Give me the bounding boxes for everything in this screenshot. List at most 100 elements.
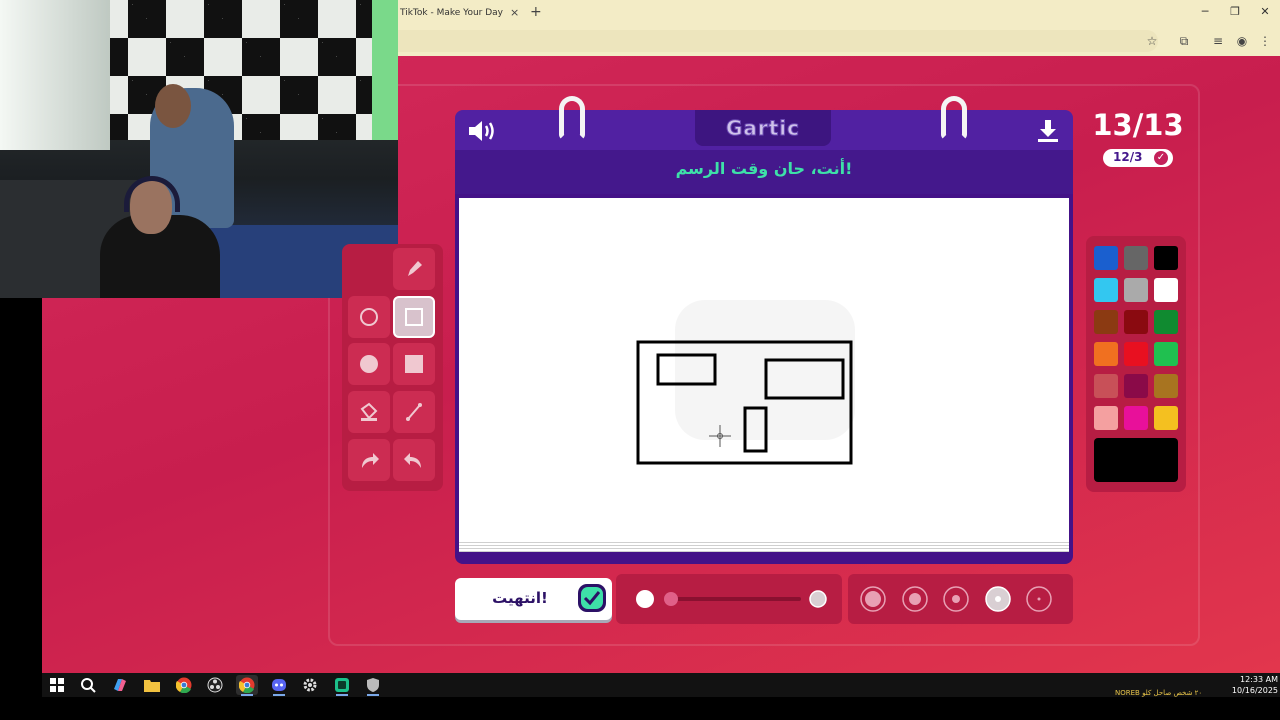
tool-panel <box>342 244 443 491</box>
pencil-icon <box>408 261 422 276</box>
color-swatch[interactable] <box>1124 278 1148 302</box>
brush-size-m[interactable] <box>943 586 969 612</box>
search-icon <box>81 678 96 693</box>
folder-icon <box>144 680 160 692</box>
color-swatch[interactable] <box>1094 278 1118 302</box>
color-swatch[interactable] <box>1154 374 1178 398</box>
file-explorer-button[interactable] <box>141 675 163 695</box>
tray-overlay-text: NOREB ٢٠ شخص صاحل كلو <box>1115 689 1203 697</box>
color-swatch[interactable] <box>1154 310 1178 334</box>
bottom-black-bar <box>0 697 1280 720</box>
restore-button[interactable]: ❐ <box>1225 5 1245 18</box>
security-button[interactable] <box>362 675 384 696</box>
download-icon[interactable] <box>1035 118 1061 144</box>
acoustic-wall <box>90 0 398 140</box>
undo-tool[interactable] <box>393 439 435 481</box>
green-light <box>372 0 398 140</box>
left-black-bar <box>0 298 42 673</box>
filled-ellipse-tool[interactable] <box>348 343 390 385</box>
menu-icon[interactable]: ⋮ <box>1257 33 1273 49</box>
system-clock[interactable]: 12:33 AM 10/16/2025 <box>1232 674 1278 696</box>
close-window-button[interactable]: ✕ <box>1255 5 1275 18</box>
drawing-canvas[interactable] <box>459 198 1069 540</box>
tab-close-icon[interactable]: × <box>510 6 519 19</box>
profile-icon[interactable]: ◉ <box>1234 33 1250 49</box>
discord-button[interactable] <box>268 675 290 696</box>
running-indicator <box>367 694 379 696</box>
minimize-button[interactable]: ─ <box>1195 5 1215 18</box>
opacity-max-dot <box>809 590 827 608</box>
current-color-swatch <box>1094 438 1178 482</box>
color-swatch[interactable] <box>1124 310 1148 334</box>
settings-button[interactable] <box>299 675 321 695</box>
browser-toolbar: ☆ ⧉ ≡ ◉ ⋮ <box>398 26 1280 56</box>
color-swatch[interactable] <box>1124 246 1148 270</box>
bookmark-star-icon[interactable]: ☆ <box>1144 33 1160 49</box>
start-button[interactable] <box>46 675 68 695</box>
brush-size-s[interactable] <box>985 586 1011 612</box>
color-swatch[interactable] <box>1154 406 1178 430</box>
binder-ring-left <box>559 96 585 140</box>
new-tab-button[interactable]: + <box>530 4 542 20</box>
copilot-icon <box>114 679 126 691</box>
clock-time: 12:33 AM <box>1240 675 1278 684</box>
filled-rectangle-tool[interactable] <box>393 343 435 385</box>
copilot-button[interactable] <box>109 675 131 695</box>
color-swatch[interactable] <box>1094 246 1118 270</box>
line-tool[interactable] <box>393 391 435 433</box>
brush-size-l[interactable] <box>902 586 928 612</box>
brush-size-xs[interactable] <box>1026 586 1052 612</box>
round-counter: 13/13 <box>1092 108 1184 142</box>
color-swatch[interactable] <box>1124 342 1148 366</box>
chrome-icon <box>176 677 192 693</box>
obs-button[interactable] <box>204 675 226 695</box>
gear-icon <box>303 678 317 692</box>
color-swatch[interactable] <box>1154 342 1178 366</box>
line-icon <box>406 403 422 421</box>
drawing <box>636 300 855 465</box>
brush-size-panel <box>848 574 1073 624</box>
ellipse-tool[interactable] <box>348 296 390 338</box>
studio-light <box>0 0 110 150</box>
speaker-icon[interactable] <box>467 118 497 144</box>
color-swatch[interactable] <box>1154 246 1178 270</box>
app-button[interactable] <box>331 675 353 696</box>
color-swatch[interactable] <box>1094 406 1118 430</box>
color-swatch[interactable] <box>1094 310 1118 334</box>
chrome-button[interactable] <box>173 675 195 695</box>
players-done-count: 12/3 <box>1113 150 1143 164</box>
obs-icon <box>207 677 223 693</box>
players-done-pill: 12/3 ✓ <box>1103 149 1173 167</box>
paint-bucket-icon <box>360 402 378 421</box>
opacity-slider[interactable] <box>616 574 842 624</box>
browser-tab[interactable]: TikTok - Make Your Day <box>398 2 522 26</box>
address-bar[interactable] <box>398 30 1158 52</box>
board-header: Gartic أنت، حان وقت الرسم! <box>455 96 1073 194</box>
chrome-active-button[interactable] <box>236 675 258 696</box>
color-swatch[interactable] <box>1124 406 1148 430</box>
running-indicator <box>336 694 348 696</box>
search-button[interactable] <box>77 675 99 695</box>
square-outline-icon <box>405 308 423 326</box>
brush-size-xl[interactable] <box>860 586 886 612</box>
media-control-icon[interactable]: ≡ <box>1210 33 1226 49</box>
square-filled-icon <box>405 355 423 373</box>
rectangle-tool[interactable] <box>393 296 435 338</box>
standing-person-head <box>155 84 191 128</box>
opacity-preview-dot <box>636 590 654 608</box>
canvas-page-edges <box>459 540 1069 552</box>
circle-filled-icon <box>360 355 378 373</box>
pencil-tool[interactable] <box>393 248 435 290</box>
tab-title: TikTok - Make Your Day <box>400 8 504 18</box>
extensions-icon[interactable]: ⧉ <box>1176 33 1192 49</box>
color-swatch[interactable] <box>1094 342 1118 366</box>
color-swatch[interactable] <box>1094 374 1118 398</box>
color-swatch[interactable] <box>1124 374 1148 398</box>
done-check-icon <box>578 584 606 612</box>
fill-tool[interactable] <box>348 391 390 433</box>
clock-date: 10/16/2025 <box>1231 686 1278 695</box>
discord-icon <box>272 679 286 691</box>
redo-tool[interactable] <box>348 439 390 481</box>
color-swatch[interactable] <box>1154 278 1178 302</box>
done-button[interactable]: انتهيت! <box>455 578 612 620</box>
